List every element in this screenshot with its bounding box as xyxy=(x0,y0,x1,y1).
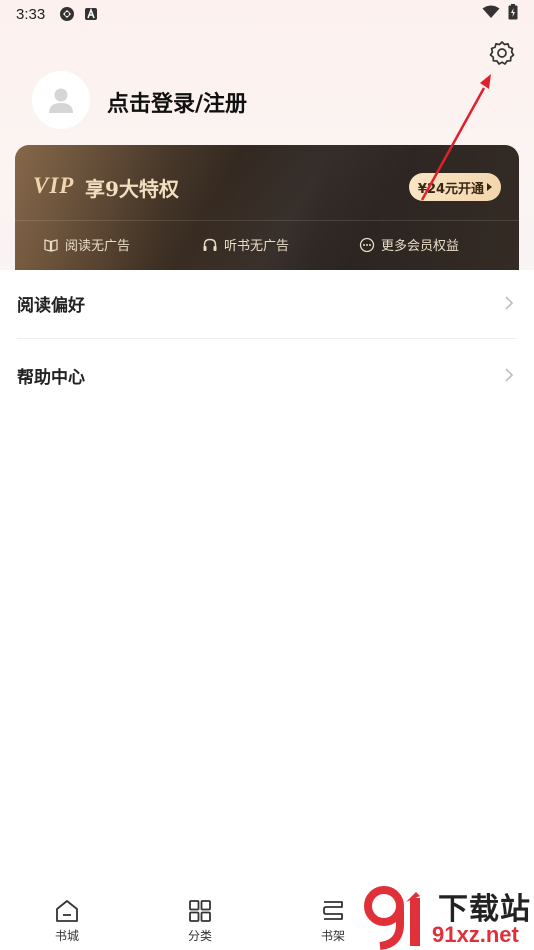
vip-benefit-listening[interactable]: 听书无广告 xyxy=(202,235,289,254)
more-icon xyxy=(359,237,375,253)
vip-divider xyxy=(15,220,519,221)
vip-card[interactable]: VIP 享9大特权 ¥24元开通 阅读无广告 听书无广告 更多会员权益 xyxy=(15,145,519,270)
sync-icon xyxy=(59,6,75,22)
wifi-icon xyxy=(482,5,500,23)
vip-open-button[interactable]: ¥24元开通 xyxy=(409,173,501,201)
tab-category[interactable]: 分类 xyxy=(165,898,235,948)
vip-benefit-label: 更多会员权益 xyxy=(381,239,460,254)
login-register-link[interactable]: 点击登录/注册 xyxy=(107,86,247,118)
status-bar: 3:33 xyxy=(0,0,534,28)
user-avatar-icon xyxy=(49,88,73,113)
gear-icon xyxy=(489,41,515,65)
chevron-right-icon xyxy=(505,368,514,382)
a-icon xyxy=(83,6,99,22)
tab-label: 分类 xyxy=(187,929,212,943)
tab-bookstore[interactable]: 书城 xyxy=(32,898,102,948)
menu-divider xyxy=(17,338,517,339)
vip-benefit-reading[interactable]: 阅读无广告 xyxy=(43,235,130,254)
menu-item-label: 帮助中心 xyxy=(17,367,85,388)
category-icon xyxy=(189,900,211,922)
battery-icon xyxy=(508,4,518,24)
menu-item-reading-preference[interactable]: 阅读偏好 xyxy=(0,268,534,338)
menu-item-label: 阅读偏好 xyxy=(17,295,85,316)
vip-benefit-more[interactable]: 更多会员权益 xyxy=(359,235,459,254)
vip-benefit-label: 听书无广告 xyxy=(224,239,290,254)
menu-item-help-center[interactable]: 帮助中心 xyxy=(0,340,534,410)
tab-bookshelf[interactable]: 书架 xyxy=(298,898,368,948)
watermark-logo xyxy=(364,886,420,950)
watermark-en: 91xz.net xyxy=(432,922,519,947)
bookshelf-icon xyxy=(323,901,343,920)
avatar[interactable] xyxy=(32,71,90,129)
vip-open-button-label: ¥24元开通 xyxy=(417,181,485,197)
play-triangle-icon xyxy=(487,183,493,191)
book-icon xyxy=(43,237,59,253)
status-time: 3:33 xyxy=(16,5,46,23)
home-icon xyxy=(56,900,78,922)
tab-label: 书架 xyxy=(320,929,345,943)
tab-label: 书城 xyxy=(54,929,79,943)
watermark: 下载站 91xz.net xyxy=(360,884,534,950)
settings-button[interactable] xyxy=(488,39,516,67)
vip-benefit-label: 阅读无广告 xyxy=(65,239,131,254)
headphones-icon xyxy=(202,237,218,253)
vip-title: 享9大特权 xyxy=(85,177,179,201)
chevron-right-icon xyxy=(505,296,514,310)
status-right xyxy=(482,4,518,24)
vip-logo: VIP xyxy=(33,173,75,198)
